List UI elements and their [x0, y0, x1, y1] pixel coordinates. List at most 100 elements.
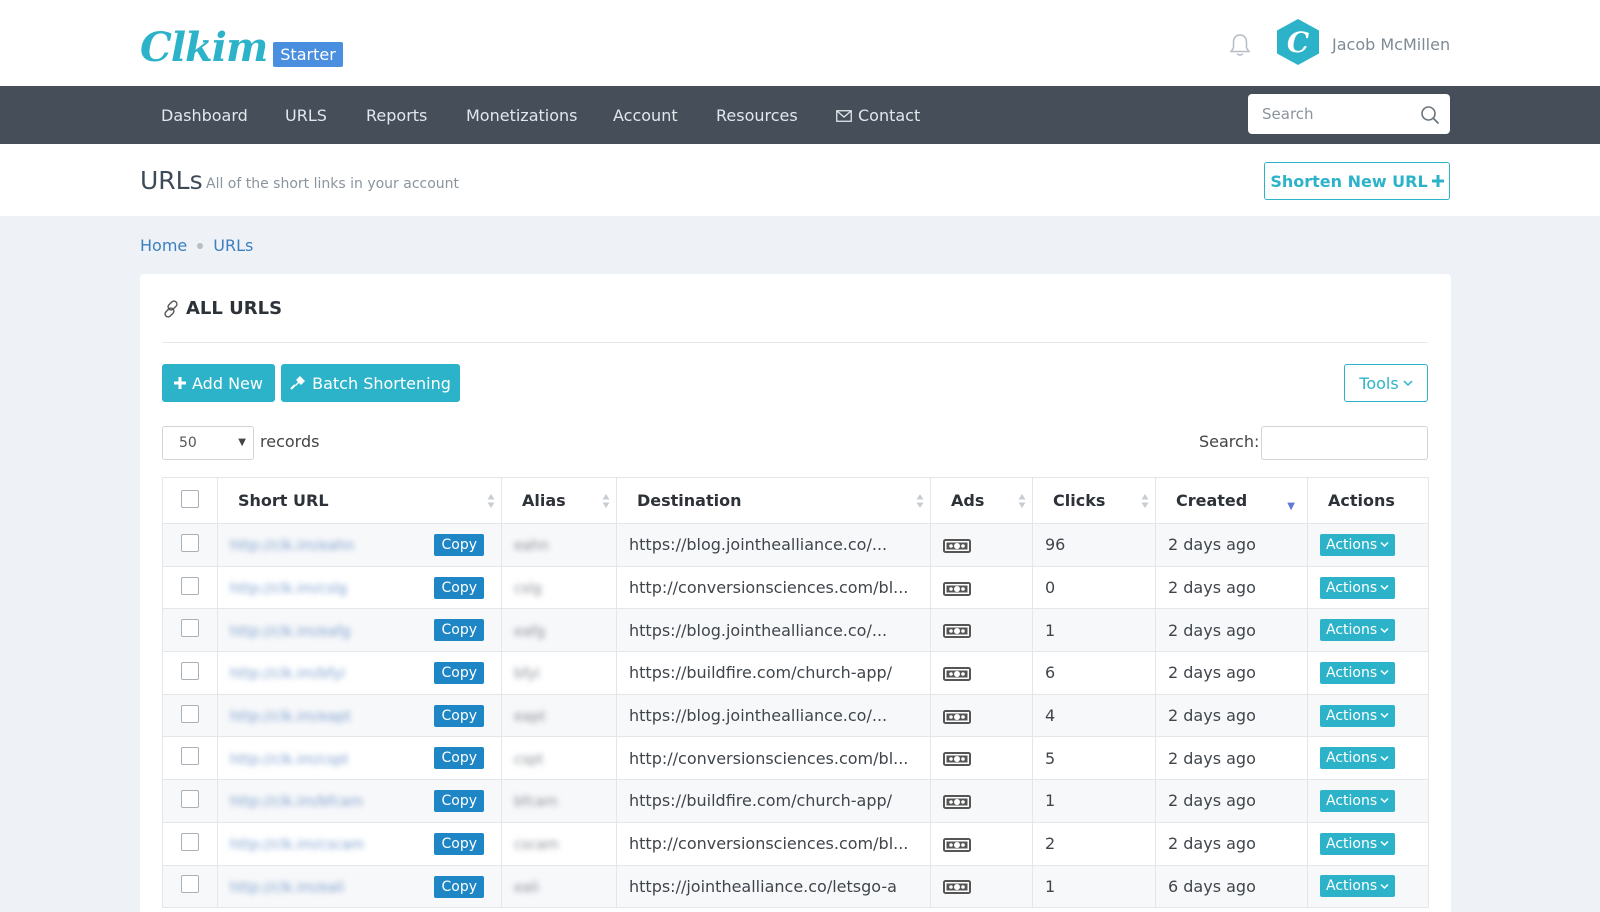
- actions-dropdown-button[interactable]: Actions: [1320, 576, 1396, 599]
- destination-cell: https://jointhealliance.co/letsgo-a: [616, 864, 931, 909]
- nav-item-monetizations[interactable]: Monetizations: [466, 106, 577, 125]
- actions-dropdown-button[interactable]: Actions: [1320, 533, 1396, 556]
- actions-dropdown-button[interactable]: Actions: [1320, 832, 1396, 855]
- money-icon: [943, 709, 971, 724]
- sort-icon: [1141, 494, 1149, 508]
- column-label: Actions: [1328, 491, 1395, 510]
- shorten-new-url-button[interactable]: Shorten New URL: [1264, 162, 1450, 200]
- alias-text: eali: [514, 879, 539, 896]
- copy-button[interactable]: Copy: [434, 704, 484, 727]
- column-header-clicks[interactable]: Clicks: [1032, 477, 1156, 524]
- nav-item-label: URLS: [285, 106, 327, 125]
- nav-item-urls[interactable]: URLS: [285, 106, 327, 125]
- user-name[interactable]: Jacob McMillen: [1332, 35, 1450, 54]
- column-header-ads[interactable]: Ads: [930, 477, 1033, 524]
- alias-cell: eafg: [501, 608, 617, 653]
- nav-item-contact[interactable]: Contact: [836, 106, 920, 125]
- bell-icon[interactable]: [1229, 33, 1251, 57]
- sort-icon: [487, 494, 495, 508]
- destination-cell: http://conversionsciences.com/bl...: [616, 736, 931, 781]
- actions-dropdown-button[interactable]: Actions: [1320, 704, 1396, 727]
- logo[interactable]: Clkim Starter: [140, 28, 343, 68]
- destination-text: http://conversionsciences.com/bl...: [629, 834, 909, 854]
- copy-button[interactable]: Copy: [434, 790, 484, 813]
- tools-dropdown-button[interactable]: Tools: [1344, 364, 1428, 402]
- column-header-alias[interactable]: Alias: [501, 477, 617, 524]
- sort-icon: [1018, 494, 1026, 508]
- column-header-destination[interactable]: Destination: [616, 477, 931, 524]
- actions-dropdown-button[interactable]: Actions: [1320, 747, 1396, 770]
- nav-item-label: Account: [613, 106, 678, 125]
- destination-text: https://blog.jointhealliance.co/...: [629, 620, 888, 640]
- row-checkbox[interactable]: [181, 533, 199, 552]
- column-header-short-url[interactable]: Short URL: [217, 477, 502, 524]
- short-url-link[interactable]: http://clk.im/bfcam: [230, 794, 363, 810]
- short-url-link[interactable]: http://clk.im/eali: [230, 880, 344, 896]
- row-checkbox[interactable]: [181, 789, 199, 808]
- copy-button[interactable]: Copy: [434, 619, 484, 642]
- clicks-cell: 1: [1032, 779, 1156, 823]
- actions-cell: Actions: [1307, 736, 1429, 781]
- plus-icon: [1431, 175, 1444, 187]
- actions-label: Actions: [1326, 878, 1378, 895]
- row-checkbox[interactable]: [181, 619, 199, 638]
- table-row: http://clk.im/cscam Copy cscam http://conve…: [162, 821, 1429, 866]
- batch-shortening-button[interactable]: Batch Shortening: [281, 364, 460, 402]
- nav-item-account[interactable]: Account: [613, 106, 678, 125]
- actions-dropdown-button[interactable]: Actions: [1320, 875, 1396, 898]
- copy-button[interactable]: Copy: [434, 662, 484, 685]
- short-url-link[interactable]: http://clk.im/cspt: [230, 752, 349, 768]
- copy-button[interactable]: Copy: [434, 747, 484, 770]
- nav-item-dashboard[interactable]: Dashboard: [161, 106, 248, 125]
- row-checkbox[interactable]: [181, 576, 199, 595]
- row-checkbox[interactable]: [181, 747, 199, 766]
- nav-item-reports[interactable]: Reports: [366, 106, 427, 125]
- records-per-page-select[interactable]: 50 ▼: [162, 426, 254, 460]
- select-all-checkbox[interactable]: [181, 489, 199, 508]
- page-header: URLs All of the short links in your acco…: [0, 144, 1600, 216]
- short-url-link[interactable]: http://clk.im/eapt: [230, 709, 351, 725]
- clicks-value: 1: [1045, 620, 1056, 640]
- avatar[interactable]: C: [1276, 18, 1320, 66]
- short-url-link[interactable]: http://clk.im/eahn: [230, 538, 354, 554]
- alias-text: eafg: [514, 623, 546, 640]
- short-url-link[interactable]: http://clk.im/eafg: [230, 624, 350, 640]
- copy-button[interactable]: Copy: [434, 534, 484, 556]
- actions-dropdown-button[interactable]: Actions: [1320, 619, 1396, 642]
- short-url-link[interactable]: http://clk.im/cscam: [230, 837, 364, 853]
- alias-text: cscam: [514, 837, 559, 854]
- row-checkbox[interactable]: [181, 832, 199, 851]
- search-input[interactable]: [1248, 94, 1408, 134]
- table-row: http://clk.im/bfyi Copy bfyi https://buildf…: [162, 651, 1429, 695]
- link-icon: [164, 299, 178, 318]
- created-cell: 2 days ago: [1155, 565, 1308, 610]
- actions-dropdown-button[interactable]: Actions: [1320, 661, 1396, 684]
- table-search-input[interactable]: [1261, 426, 1428, 460]
- clicks-cell: 2: [1032, 821, 1156, 866]
- row-checkbox[interactable]: [181, 661, 199, 680]
- row-checkbox[interactable]: [181, 875, 199, 894]
- column-label: Destination: [637, 491, 742, 510]
- row-select-cell: [162, 651, 218, 695]
- alias-cell: cscam: [501, 821, 617, 866]
- copy-button[interactable]: Copy: [434, 832, 484, 855]
- breadcrumb-urls[interactable]: URLs: [213, 236, 253, 255]
- short-url-link[interactable]: http://clk.im/bfyi: [230, 666, 345, 682]
- created-value: 2 days ago: [1168, 578, 1256, 598]
- actions-dropdown-button[interactable]: Actions: [1320, 789, 1396, 812]
- copy-button[interactable]: Copy: [434, 875, 484, 898]
- row-checkbox[interactable]: [181, 704, 199, 723]
- ads-cell: [930, 736, 1033, 781]
- short-url-link[interactable]: http://clk.im/cslg: [230, 581, 347, 597]
- destination-cell: https://buildfire.com/church-app/: [616, 651, 931, 695]
- short-url-cell: http://clk.im/eapt Copy: [217, 693, 502, 738]
- copy-button[interactable]: Copy: [434, 576, 484, 599]
- created-value: 2 days ago: [1168, 834, 1256, 854]
- alias-text: bfyi: [514, 666, 540, 683]
- records-label: records: [260, 432, 320, 451]
- breadcrumb-home[interactable]: Home: [140, 236, 187, 255]
- search-icon[interactable]: [1420, 105, 1440, 125]
- column-header-created[interactable]: Created ▼: [1155, 477, 1308, 524]
- nav-item-resources[interactable]: Resources: [716, 106, 798, 125]
- add-new-button[interactable]: Add New: [162, 364, 275, 402]
